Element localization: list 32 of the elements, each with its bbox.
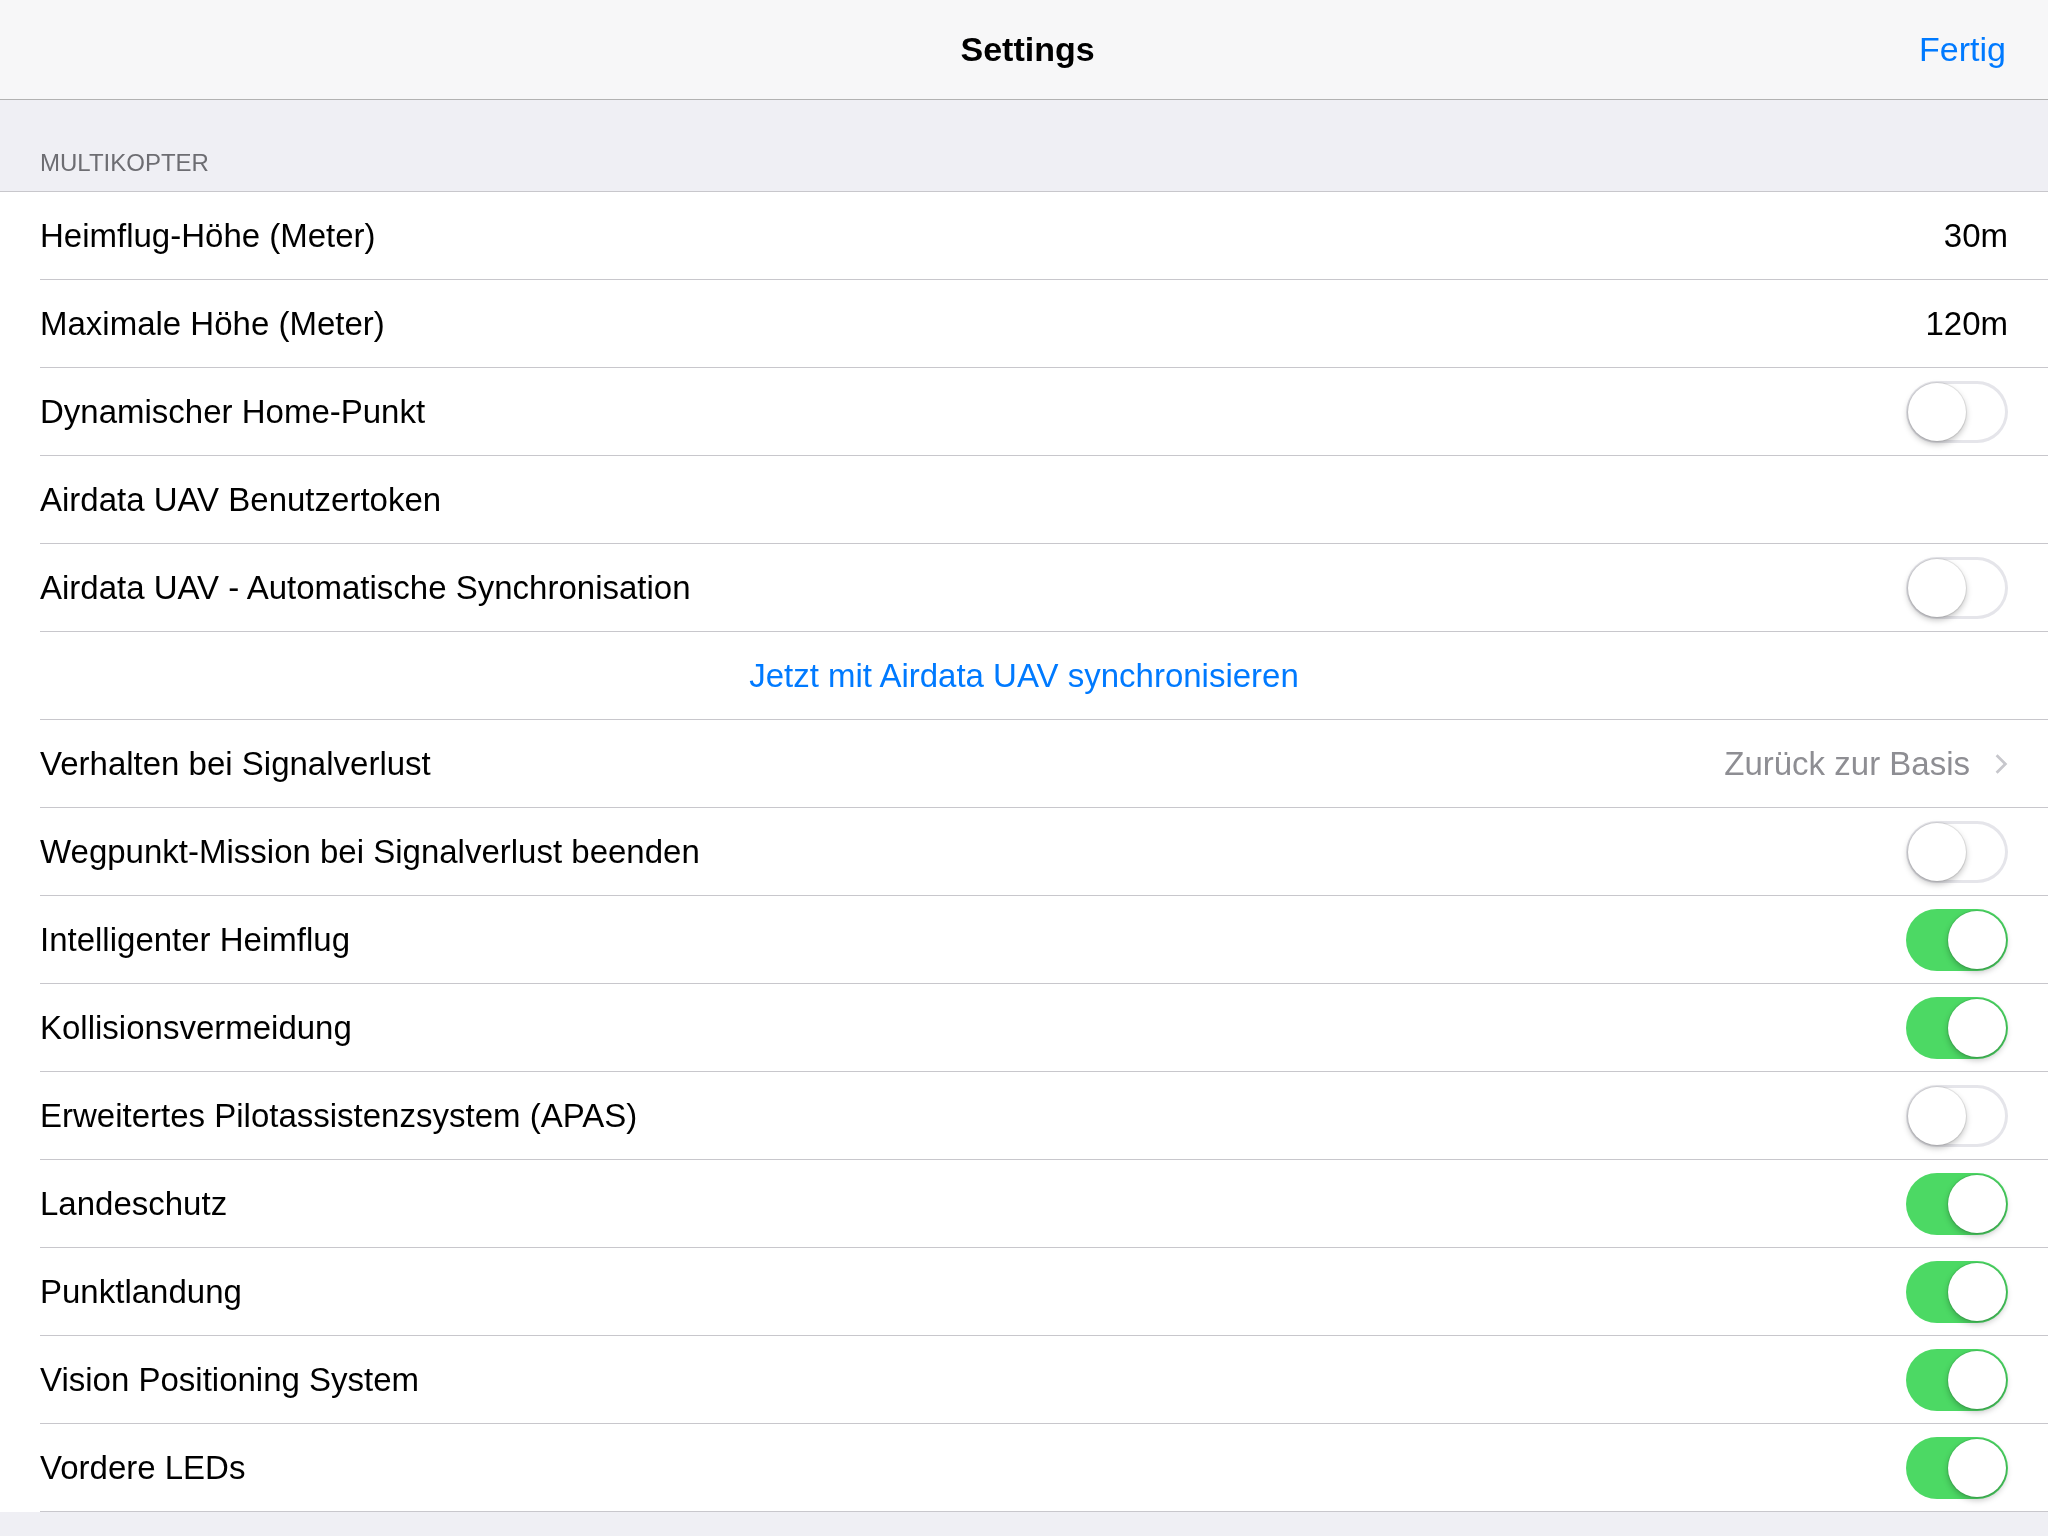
navigation-title: Settings xyxy=(960,30,1095,69)
row-label: Erweitertes Pilotassistenzsystem (APAS) xyxy=(40,1096,639,1135)
toggle-switch[interactable] xyxy=(1906,1348,2008,1411)
row-label: Maximale Höhe (Meter) xyxy=(40,304,386,343)
toggle-switch[interactable] xyxy=(1906,1084,2008,1147)
row-label: Heimflug-Höhe (Meter) xyxy=(40,216,377,255)
row-label: Kollisionsvermeidung xyxy=(40,1008,353,1047)
row-value: 30m xyxy=(1943,216,2008,255)
toggle-switch[interactable] xyxy=(1906,1436,2008,1499)
row-label: Landeschutz xyxy=(40,1184,229,1223)
toggle-switch[interactable] xyxy=(1906,996,2008,1059)
row-label: Airdata UAV - Automatische Synchronisation xyxy=(40,568,692,607)
row-label: Vision Positioning System xyxy=(40,1360,421,1399)
toggle-switch[interactable] xyxy=(1906,1260,2008,1323)
toggle-switch[interactable] xyxy=(1906,380,2008,443)
row-label: Airdata UAV Benutzertoken xyxy=(40,480,443,519)
done-button[interactable]: Fertig xyxy=(1919,30,2006,69)
sync-link[interactable]: Jetzt mit Airdata UAV synchronisieren xyxy=(749,656,1299,695)
toggle-switch[interactable] xyxy=(1906,908,2008,971)
row-label: Dynamischer Home-Punkt xyxy=(40,392,427,431)
toggle-switch[interactable] xyxy=(1906,1172,2008,1235)
chevron-icon xyxy=(1994,752,2008,775)
toggle-switch[interactable] xyxy=(1906,820,2008,883)
row-label: Wegpunkt-Mission bei Signalverlust beenden xyxy=(40,832,701,871)
row-label: Vordere LEDs xyxy=(40,1448,247,1487)
row-label: Verhalten bei Signalverlust xyxy=(40,744,432,783)
toggle-switch[interactable] xyxy=(1906,556,2008,619)
section-header: MULTIKOPTER xyxy=(40,149,209,177)
row-label: Intelligenter Heimflug xyxy=(40,920,351,959)
row-detail: Zurück zur Basis xyxy=(1724,744,1970,783)
row-label: Punktlandung xyxy=(40,1272,243,1311)
row-value: 120m xyxy=(1925,304,2008,343)
